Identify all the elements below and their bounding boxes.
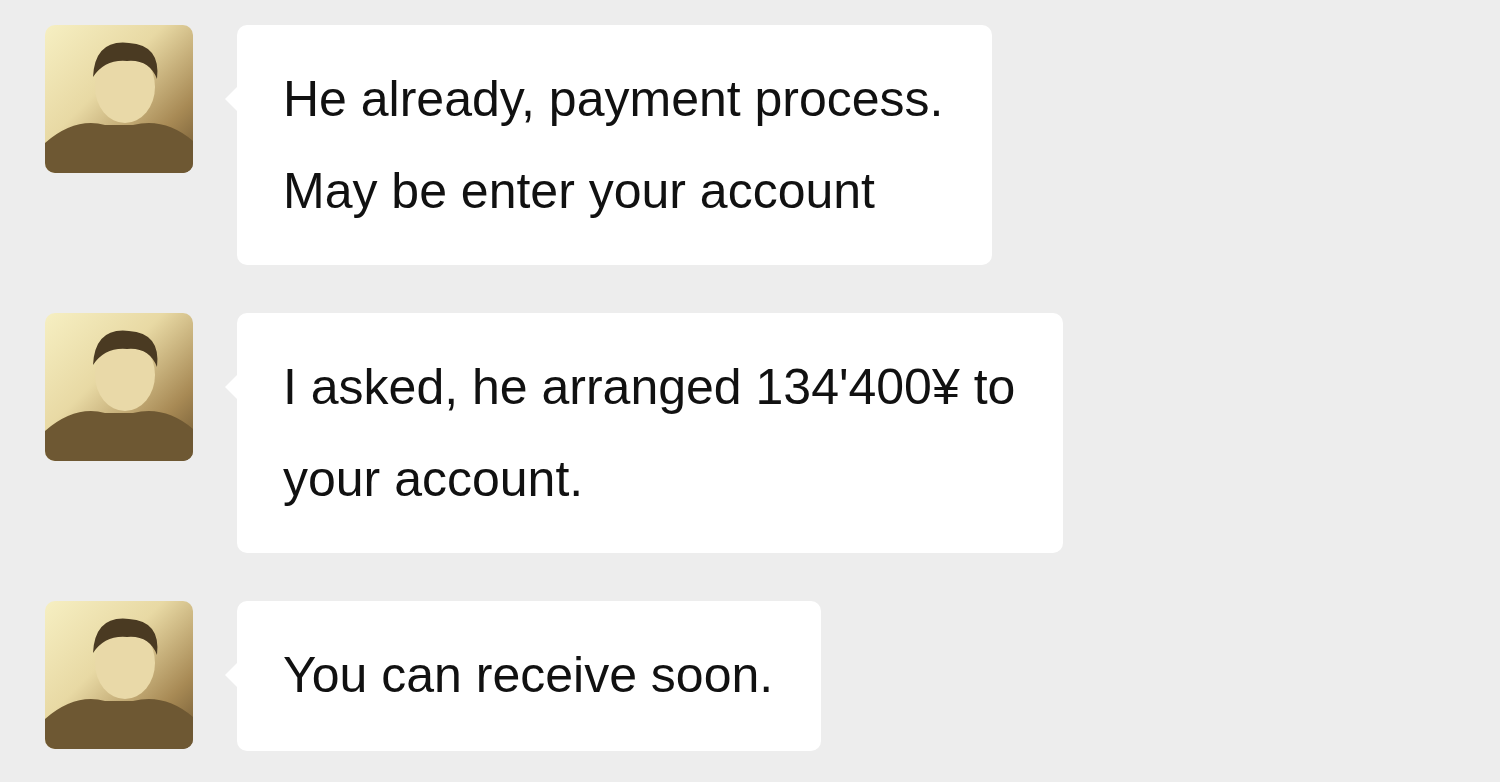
contact-avatar[interactable] [45, 25, 193, 173]
message-text: He already, payment process. [283, 53, 944, 145]
person-photo-icon [45, 313, 193, 461]
message-text: You can receive soon. [283, 629, 773, 721]
message-bubble[interactable]: He already, payment process.May be enter… [237, 25, 992, 265]
contact-message-row: You can receive soon. [45, 601, 1500, 751]
contact-message-row: He already, payment process.May be enter… [45, 25, 1500, 265]
contact-message-row: I asked, he arranged 134'400¥ toyour acc… [45, 313, 1500, 553]
message-text: your account. [283, 433, 1015, 525]
message-text: I asked, he arranged 134'400¥ to [283, 341, 1015, 433]
person-photo-icon [45, 601, 193, 749]
person-photo-icon [45, 25, 193, 173]
contact-avatar[interactable] [45, 601, 193, 749]
message-text: May be enter your account [283, 145, 944, 237]
message-bubble[interactable]: I asked, he arranged 134'400¥ toyour acc… [237, 313, 1063, 553]
chat-area: He already, payment process.May be enter… [0, 0, 1500, 782]
message-bubble[interactable]: You can receive soon. [237, 601, 821, 751]
contact-avatar[interactable] [45, 313, 193, 461]
